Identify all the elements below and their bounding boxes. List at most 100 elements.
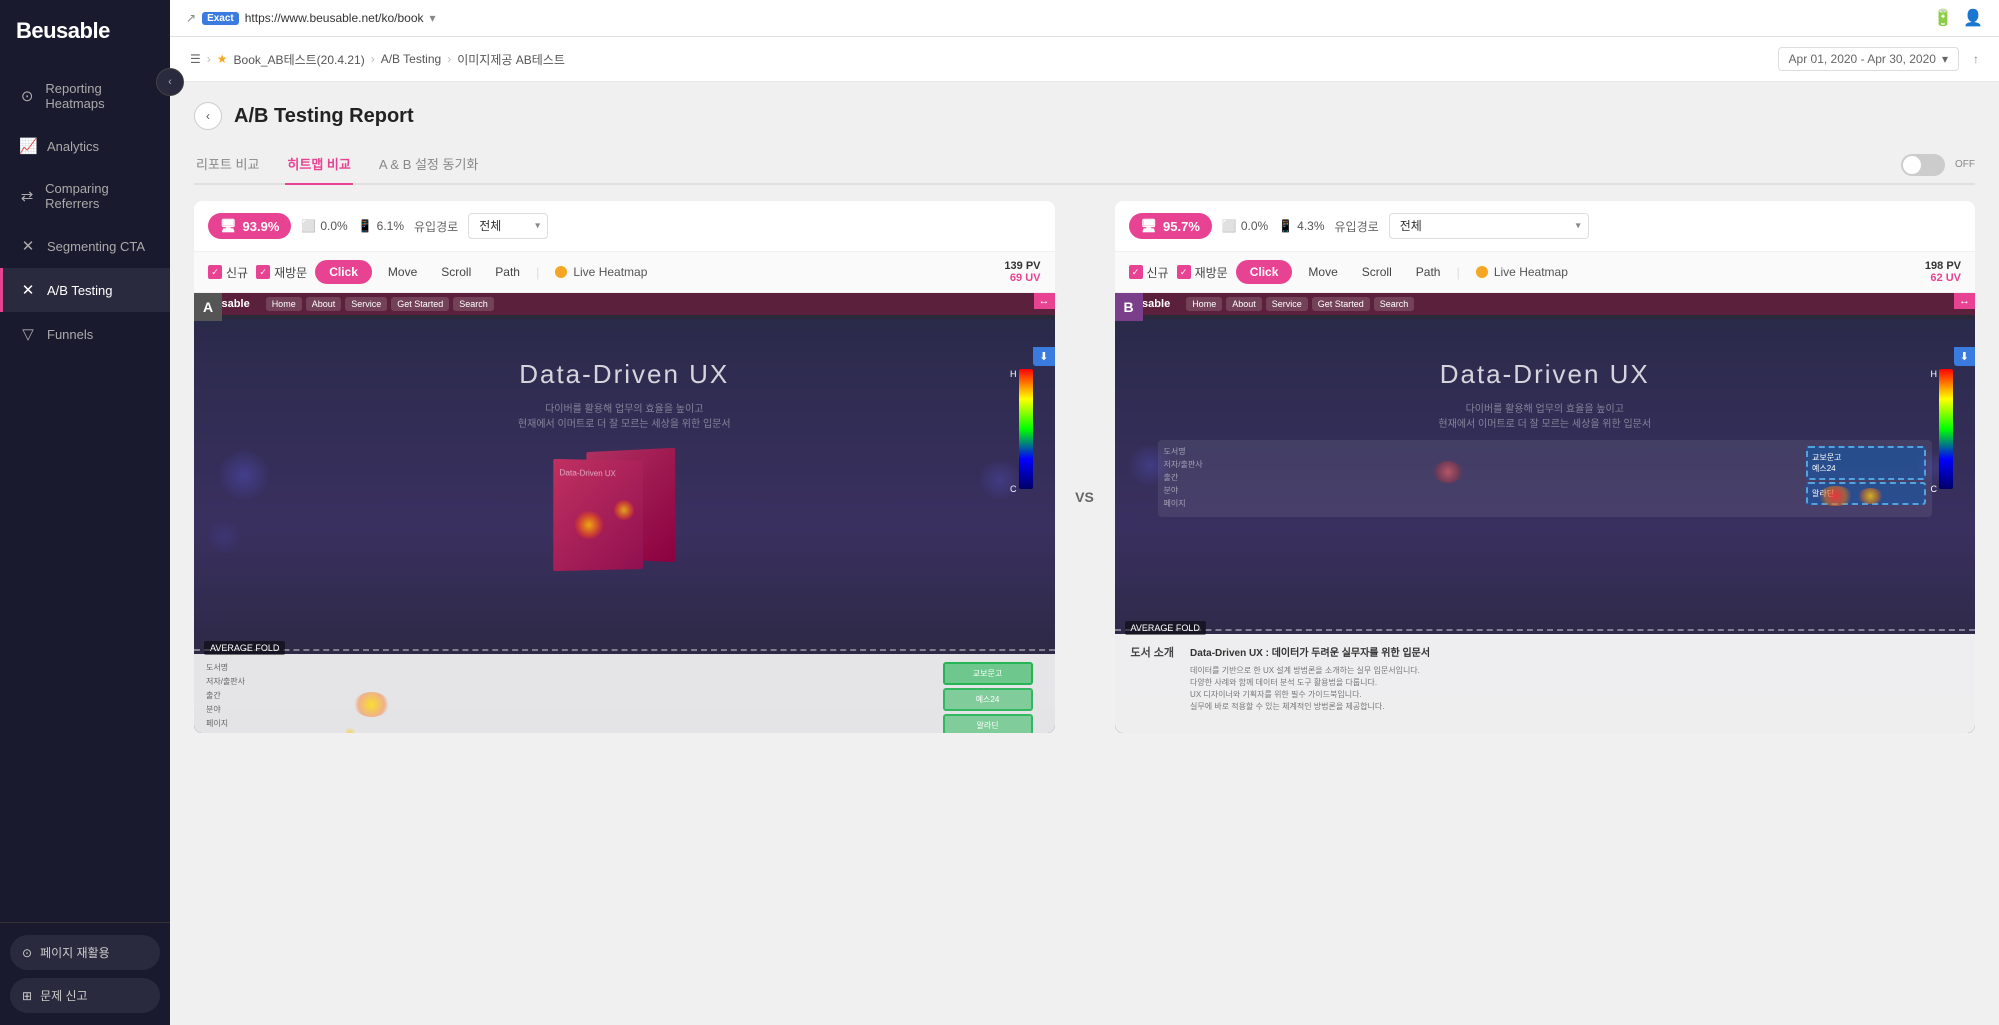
ht-btn-1a[interactable]: Home xyxy=(266,297,302,311)
panel-b-click-button[interactable]: Click xyxy=(1236,260,1293,284)
panel-b-live-label: Live Heatmap xyxy=(1494,265,1568,279)
panel-b-new-label: 신규 xyxy=(1147,264,1169,281)
mobile-icon-a: 📱 xyxy=(358,219,373,233)
ht-btn-4a[interactable]: Get Started xyxy=(391,297,449,311)
date-range-picker[interactable]: Apr 01, 2020 - Apr 30, 2020 ▾ xyxy=(1778,47,1959,71)
panel-b-content: ⬇ H C Data-Driven UX 다이버를 활용해 업무의 효율을 높이… xyxy=(1115,319,1976,733)
breadcrumb: ☰ › ★ Book_AB테스트(20.4.21) › A/B Testing … xyxy=(170,37,1999,82)
panel-a: 🖥 93.9% ⬜ 0.0% 📱 6.1% 유입경로 전체 xyxy=(194,201,1055,733)
panel-b-entry-select-wrap[interactable]: 전체 xyxy=(1389,213,1589,239)
url-dropdown-icon[interactable]: ▾ xyxy=(430,11,436,25)
panel-b-entry-select[interactable]: 전체 xyxy=(1389,213,1589,239)
page-header: ‹ A/B Testing Report xyxy=(194,102,1975,130)
panel-b-toolbar: beusable Home About Service Get Started … xyxy=(1115,293,1976,315)
panel-a-heatmap: A beusable Home About Service Get Starte… xyxy=(194,293,1055,733)
panel-a-return-checkbox[interactable] xyxy=(256,265,270,279)
panel-a-page-title: Data-Driven UX xyxy=(194,319,1055,400)
color-scale-label-h-b: H xyxy=(1931,369,1938,379)
menu-icon[interactable]: ☰ xyxy=(190,52,201,66)
panel-a-corner-button[interactable]: ↔ xyxy=(1034,293,1055,309)
color-scale-a xyxy=(1019,369,1033,489)
breadcrumb-item-book[interactable]: Book_AB테스트(20.4.21) xyxy=(234,51,365,68)
panel-a-download-button[interactable]: ⬇ xyxy=(1033,347,1054,366)
panel-b-pv-uv: 198 PV 62 UV xyxy=(1925,260,1961,284)
panel-b-subtitle: 다이버를 활용해 업무의 효율을 높이고현재에서 이머트로 더 잘 모르는 세상… xyxy=(1115,400,1976,430)
panel-a-toolbar-btns: Home About Service Get Started Search xyxy=(266,297,494,311)
panel-b-return-checkbox[interactable] xyxy=(1177,265,1191,279)
page-replay-button[interactable]: ⊙ 페이지 재활용 xyxy=(10,935,160,970)
panel-a-desktop-pct: ⬜ 0.0% xyxy=(301,219,347,233)
panel-a-return-check: 재방문 xyxy=(256,264,307,281)
panel-a-live-heatmap-button[interactable]: Live Heatmap xyxy=(547,261,655,283)
panel-a-entry-select[interactable]: 전체 xyxy=(468,213,548,239)
segmenting-icon: ✕ xyxy=(19,237,37,255)
monitor-icon-a: 🖥 xyxy=(220,218,237,234)
monitor-icon-b: 🖥 xyxy=(1141,218,1158,234)
sidebar: Beusable ‹ ⊙ Reporting Heatmaps 📈 Analyt… xyxy=(0,0,170,1025)
scroll-up-icon[interactable]: ↑ xyxy=(1973,52,1979,66)
panel-b-download-button[interactable]: ⬇ xyxy=(1954,347,1975,366)
report-issue-button[interactable]: ⊞ 문제 신고 xyxy=(10,978,160,1013)
mobile-icon-b: 📱 xyxy=(1278,219,1293,233)
heatmap-icon: ⊙ xyxy=(19,87,35,105)
panel-a-new-checkbox[interactable] xyxy=(208,265,222,279)
sidebar-item-funnels[interactable]: ▽ Funnels xyxy=(0,312,170,356)
panel-b-path-button[interactable]: Path xyxy=(1408,261,1449,283)
panel-a-entry-select-wrap[interactable]: 전체 xyxy=(468,213,548,239)
tab-report-compare[interactable]: 리포트 비교 xyxy=(194,146,261,185)
panel-b-book-title: Data-Driven UX : 데이터가 두려운 실무자를 위한 입문서 xyxy=(1190,644,1959,659)
tab-heatmap-compare[interactable]: 히트맵 비교 xyxy=(285,146,352,185)
ht-btn-5b[interactable]: Search xyxy=(1374,297,1415,311)
ht-btn-2a[interactable]: About xyxy=(306,297,342,311)
back-button[interactable]: ‹ xyxy=(194,102,222,130)
content-area: ‹ A/B Testing Report 리포트 비교 히트맵 비교 A & B… xyxy=(170,82,1999,1025)
ht-btn-3b[interactable]: Service xyxy=(1266,297,1308,311)
ht-btn-5a[interactable]: Search xyxy=(453,297,494,311)
sidebar-item-segmenting-cta[interactable]: ✕ Segmenting CTA xyxy=(0,224,170,268)
page-replay-label: 페이지 재활용 xyxy=(40,944,110,961)
panel-b-metric-badge: 🖥 95.7% xyxy=(1129,213,1212,239)
panel-b-scroll-button[interactable]: Scroll xyxy=(1354,261,1400,283)
sync-toggle-switch[interactable] xyxy=(1901,154,1945,176)
ht-btn-1b[interactable]: Home xyxy=(1186,297,1222,311)
panel-a-header: 🖥 93.9% ⬜ 0.0% 📱 6.1% 유입경로 전체 xyxy=(194,201,1055,252)
panel-a-click-button[interactable]: Click xyxy=(315,260,372,284)
sidebar-bottom: ⊙ 페이지 재활용 ⊞ 문제 신고 xyxy=(0,922,170,1025)
panel-a-toolbar: beusable Home About Service Get Started … xyxy=(194,293,1055,315)
panel-b-new-checkbox[interactable] xyxy=(1129,265,1143,279)
panel-b-move-button[interactable]: Move xyxy=(1300,261,1345,283)
url-bar: ↗ Exact https://www.beusable.net/ko/book… xyxy=(186,11,1925,25)
panel-a-move-button[interactable]: Move xyxy=(380,261,425,283)
panel-b-heatmap: B beusable Home About Service Get Starte… xyxy=(1115,293,1976,733)
sidebar-item-label: Analytics xyxy=(47,139,99,154)
panel-b-toolbar-btns: Home About Service Get Started Search xyxy=(1186,297,1414,311)
topbar-right: 🔋 👤 xyxy=(1933,8,1983,28)
tab-ab-sync[interactable]: A & B 설정 동기화 xyxy=(377,146,481,185)
panel-b-new-check: 신규 xyxy=(1129,264,1169,281)
panel-b-corner-button[interactable]: ↔ xyxy=(1954,293,1975,309)
exact-badge: Exact xyxy=(202,12,239,25)
breadcrumb-item-ab[interactable]: A/B Testing xyxy=(381,52,441,66)
toggle-knob xyxy=(1903,156,1921,174)
panel-a-path-button[interactable]: Path xyxy=(487,261,528,283)
panel-b-live-heatmap-button[interactable]: Live Heatmap xyxy=(1468,261,1576,283)
panel-b-uv: 62 UV xyxy=(1930,272,1961,284)
sidebar-item-label: Reporting Heatmaps xyxy=(45,81,154,111)
sidebar-item-analytics[interactable]: 📈 Analytics xyxy=(0,124,170,168)
sidebar-item-reporting-heatmaps[interactable]: ⊙ Reporting Heatmaps xyxy=(0,68,170,124)
report-issue-label: 문제 신고 xyxy=(40,987,88,1004)
user-icon[interactable]: 👤 xyxy=(1963,8,1983,28)
sidebar-item-ab-testing[interactable]: ✕ A/B Testing xyxy=(0,268,170,312)
panel-b-controls: 신규 재방문 Click Move Scroll Path | Live Hea… xyxy=(1115,252,1976,293)
sidebar-nav: ⊙ Reporting Heatmaps 📈 Analytics ⇄ Compa… xyxy=(0,58,170,922)
panel-a-scroll-button[interactable]: Scroll xyxy=(433,261,479,283)
sidebar-collapse-button[interactable]: ‹ xyxy=(156,68,184,96)
ht-btn-2b[interactable]: About xyxy=(1226,297,1262,311)
panel-a-mobile-pct: 📱 6.1% xyxy=(358,219,404,233)
breadcrumb-item-image[interactable]: 이미지제공 AB테스트 xyxy=(457,51,565,68)
panel-a-new-check: 신규 xyxy=(208,264,248,281)
ht-btn-4b[interactable]: Get Started xyxy=(1312,297,1370,311)
sidebar-item-comparing-referrers[interactable]: ⇄ Comparing Referrers xyxy=(0,168,170,224)
ht-btn-3a[interactable]: Service xyxy=(345,297,387,311)
desktop-icon-a: ⬜ xyxy=(301,219,316,233)
